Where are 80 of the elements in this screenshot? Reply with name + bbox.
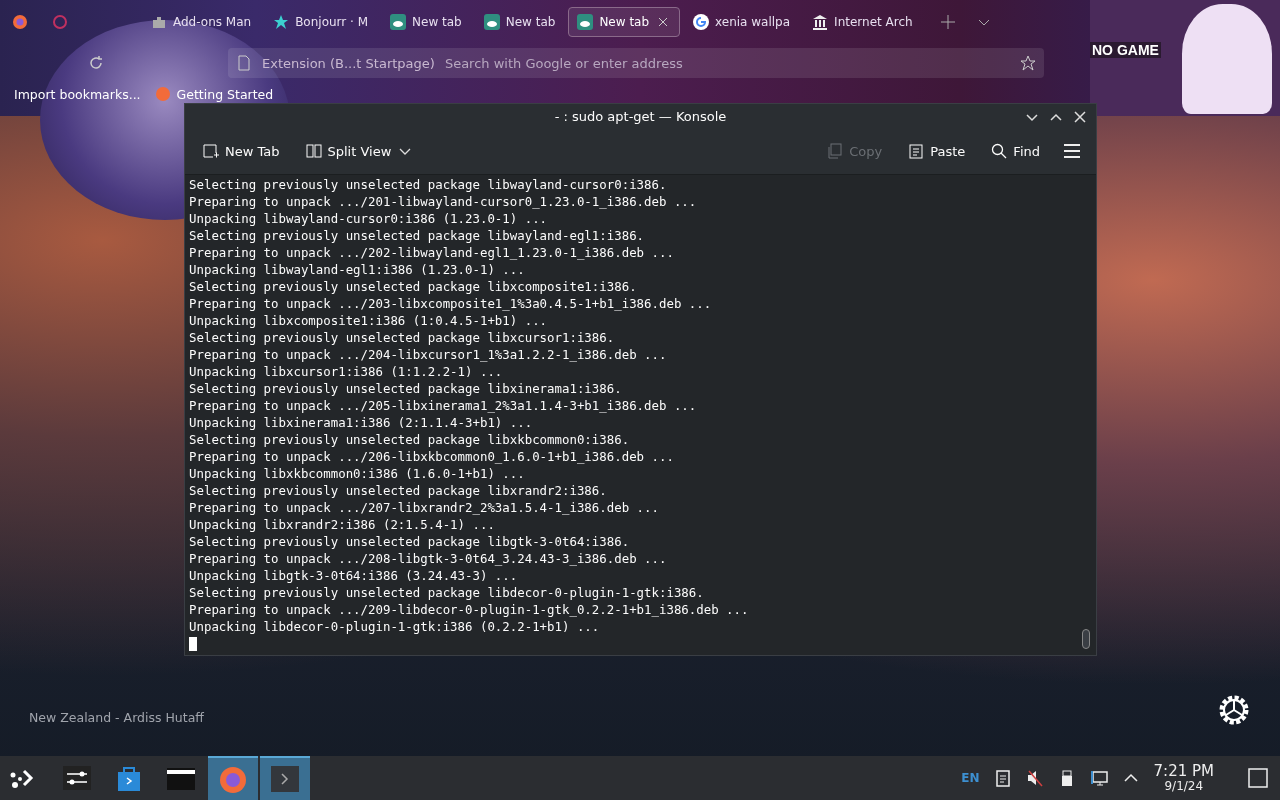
toolbar-button[interactable]: Split View (301, 139, 418, 164)
address-bar[interactable]: Extension (B...t Startpage) Search with Google or enter address (228, 48, 1044, 78)
browser-tab[interactable]: xenia wallpa (684, 7, 800, 37)
bookmark-link[interactable]: Getting Started (154, 86, 274, 102)
terminal-line: Preparing to unpack .../202-libwayland-egl1_1.23.0-1_i386.deb ... (189, 244, 675, 261)
terminal-line: Unpacking libxcomposite1:i386 (1:0.4.5-1+b1) ... (189, 312, 549, 329)
window-title: - : sudo apt-get — Konsole (554, 108, 727, 124)
split-view-icon (305, 143, 322, 160)
museum-icon (812, 14, 829, 30)
text-cursor (189, 637, 197, 651)
terminal-line: Preparing to unpack .../204-libxcursor1_1%3a1.2.2-1_i386.deb ... (189, 346, 668, 363)
browser-logo-icon[interactable] (12, 14, 28, 30)
terminal-line: Selecting previously unselected package libwayland-egl1:i386. (189, 227, 646, 244)
browser-tab[interactable]: Add-ons Man (142, 7, 261, 37)
terminal-line: Preparing to unpack .../206-libxkbcommon0_1.6.0-1+b1_i386.deb ... (189, 448, 675, 465)
toolbar-button[interactable]: Paste (904, 139, 970, 164)
reload-icon[interactable] (88, 55, 104, 71)
browser-tab[interactable]: New tab (568, 7, 681, 37)
browser-icon (218, 764, 248, 794)
terminal-line: Selecting previously unselected package libxkbcommon0:i386. (189, 431, 631, 448)
page-icon (236, 55, 252, 71)
terminal-line: Selecting previously unselected package libxinerama1:i386. (189, 380, 623, 397)
clock[interactable]: 7:21 PM 9/1/24 (1153, 763, 1214, 793)
muted-speaker-icon[interactable] (1025, 769, 1044, 787)
terminal-line: Unpacking libxrandr2:i386 (2:1.5.4-1) ... (189, 516, 496, 533)
clock-date: 9/1/24 (1164, 779, 1204, 793)
browser-tab[interactable]: New tab (381, 7, 471, 37)
terminal-line: Preparing to unpack .../205-libxinerama1_2%3a1.1.4-3+b1_i386.deb ... (189, 397, 698, 414)
browser-tab[interactable]: Internet Arch (803, 7, 922, 37)
tab-icon[interactable] (52, 14, 68, 30)
new-tab-icon (203, 143, 219, 160)
terminal-line: Unpacking libxcursor1:i386 (1:1.2.2-1) ... (189, 363, 504, 380)
terminal-line: Unpacking libxinerama1:i386 (2:1.1.4-3+b1) ... (189, 414, 534, 431)
terminal-line: Preparing to unpack .../203-libxcomposite1_1%3a0.4.5-1+b1_i386.deb ... (189, 295, 713, 312)
wallpaper-credit: New Zealand - Ardiss Hutaff (29, 710, 204, 725)
terminal-line: Preparing to unpack .../201-libwayland-cursor0_1.23.0-1_i386.deb ... (189, 193, 698, 210)
clock-time: 7:21 PM (1153, 763, 1214, 780)
address-text: Extension (B...t Startpage) (262, 55, 435, 71)
google-icon (693, 14, 710, 30)
scrollbar-handle[interactable] (1082, 629, 1090, 649)
browser-tab[interactable]: Bonjourr · M (264, 7, 378, 37)
toolbar-button[interactable]: New Tab (199, 139, 284, 164)
plus-icon[interactable] (939, 14, 956, 30)
terminal-line: Preparing to unpack .../208-libgtk-3-0t64_3.24.43-3_i386.deb ... (189, 550, 668, 567)
terminal-line: Selecting previously unselected package libxrandr2:i386. (189, 482, 608, 499)
browser-tab[interactable]: New tab (474, 7, 565, 37)
terminal-line: Unpacking libwayland-cursor0:i386 (1.23.0-1) ... (189, 210, 549, 227)
star-outline-icon[interactable] (1020, 55, 1036, 71)
cloud-tile-icon (483, 14, 500, 30)
terminal-line: Selecting previously unselected package libxcursor1:i386. (189, 329, 616, 346)
sliders-icon (62, 763, 92, 793)
puzzle-icon (151, 14, 167, 30)
terminal-line: Selecting previously unselected package libwayland-cursor0:i386. (189, 176, 668, 193)
terminal-line: Preparing to unpack .../209-libdecor-0-plugin-1-gtk_0.2.2-1+b1_i386.deb ... (189, 601, 750, 618)
monitor-icon[interactable] (1089, 769, 1108, 787)
terminal-line: Selecting previously unselected package libdecor-0-plugin-1-gtk:i386. (189, 584, 705, 601)
terminal-line: Selecting previously unselected package libgtk-3-0t64:i386. (189, 533, 631, 550)
clipboard-icon (908, 143, 925, 160)
keyboard-layout[interactable]: EN (961, 771, 980, 785)
terminal-line: Unpacking libgtk-3-0t64:i386 (3.24.43-3) ... (189, 567, 519, 584)
terminal-line: Preparing to unpack .../207-libxrandr2_2%3a1.5.4-1_i386.deb ... (189, 499, 660, 516)
search-icon (991, 143, 1008, 160)
bookmark-link[interactable]: Import bookmarks... (14, 86, 141, 102)
search-placeholder: Search with Google or enter address (444, 55, 684, 71)
show-desktop-icon[interactable] (1248, 768, 1268, 788)
banner-title: NO GAME (1090, 42, 1161, 58)
terminal-line: Unpacking libdecor-0-plugin-1-gtk:i386 (0.2.2-1+b1) ... (189, 618, 601, 635)
close-icon[interactable] (1072, 109, 1088, 125)
toolbar-button[interactable]: Find (987, 139, 1044, 164)
copy-icon (827, 143, 844, 160)
terminal-line: Selecting previously unselected package libxcomposite1:i386. (189, 278, 638, 295)
terminal-line: Unpacking libwayland-egl1:i386 (1.23.0-1) ... (189, 261, 526, 278)
settings-icon[interactable] (1217, 693, 1251, 727)
cloud-tile-icon (577, 14, 594, 30)
star-icon (273, 14, 290, 30)
terminal-icon (270, 764, 300, 794)
terminal-line: Unpacking libxkbcommon0:i386 (1.6.0-1+b1) ... (189, 465, 526, 482)
cloud-tile-icon (390, 14, 407, 30)
browser-logo-icon (154, 86, 171, 102)
clipboard-icon[interactable] (993, 769, 1012, 787)
